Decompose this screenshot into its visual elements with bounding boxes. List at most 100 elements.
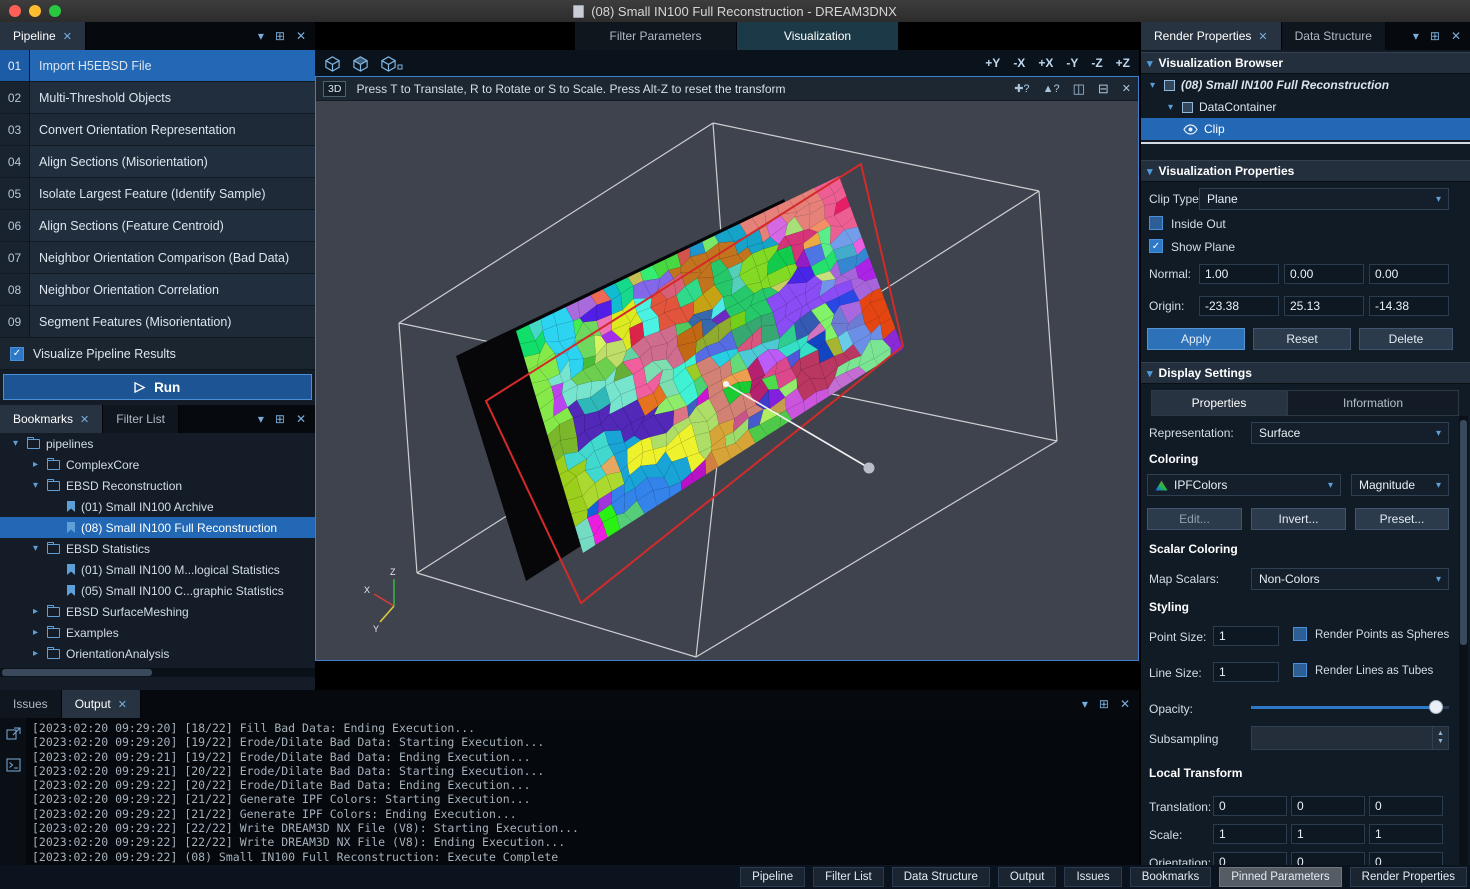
edit-colors-button[interactable]: Edit... xyxy=(1147,508,1242,530)
orientation-input-0[interactable] xyxy=(1213,852,1287,865)
close-panel-icon[interactable]: ✕ xyxy=(296,29,306,43)
tab-bookmarks[interactable]: Bookmarks ✕ xyxy=(0,405,103,433)
pipeline-step[interactable]: 09Segment Features (Misorientation) xyxy=(0,306,315,338)
close-tab-icon[interactable]: ✕ xyxy=(80,413,89,426)
splitter-handle[interactable] xyxy=(1141,142,1470,144)
visualization-browser-header[interactable]: ▾ Visualization Browser xyxy=(1141,52,1470,74)
camera-button-minus-y[interactable]: -Y xyxy=(1066,56,1078,70)
window-minimize-button[interactable] xyxy=(29,5,41,17)
statusbar-button-pinned-parameters[interactable]: Pinned Parameters xyxy=(1219,867,1341,887)
spinner-buttons[interactable]: ▲ ▼ xyxy=(1432,727,1448,749)
close-tab-icon[interactable]: ✕ xyxy=(63,30,72,43)
camera-reset-icon[interactable] xyxy=(324,55,341,72)
tab-visualization[interactable]: Visualization xyxy=(737,22,899,50)
tab-output[interactable]: Output ✕ xyxy=(62,690,141,718)
spin-up-icon[interactable]: ▲ xyxy=(1437,730,1444,738)
preset-colors-button[interactable]: Preset... xyxy=(1355,508,1449,530)
export-log-icon[interactable] xyxy=(6,727,21,746)
origin-input-0[interactable] xyxy=(1199,296,1279,316)
apply-button[interactable]: Apply xyxy=(1147,328,1245,350)
chevron-right-icon[interactable]: ▸ xyxy=(30,459,41,470)
split-vertical-icon[interactable]: ◫ xyxy=(1073,81,1085,97)
translation-input-1[interactable] xyxy=(1291,796,1365,816)
statusbar-button-render-properties[interactable]: Render Properties xyxy=(1350,867,1467,887)
tab-display-information[interactable]: Information xyxy=(1287,390,1459,416)
window-zoom-button[interactable] xyxy=(49,5,61,17)
camera-button-plus-x[interactable]: +X xyxy=(1038,56,1053,70)
reset-button[interactable]: Reset xyxy=(1253,328,1351,350)
normal-input-2[interactable] xyxy=(1369,264,1449,284)
visualization-properties-header[interactable]: ▾ Visualization Properties xyxy=(1141,160,1470,182)
coloring-array-dropdown[interactable]: IPFColors ▾ xyxy=(1147,474,1341,496)
pipeline-step[interactable]: 04Align Sections (Misorientation) xyxy=(0,146,315,178)
statusbar-button-filter-list[interactable]: Filter List xyxy=(813,867,884,887)
opacity-slider[interactable] xyxy=(1251,696,1449,718)
pipeline-step[interactable]: 03Convert Orientation Representation xyxy=(0,114,315,146)
scale-input-1[interactable] xyxy=(1291,824,1365,844)
tab-render-properties[interactable]: Render Properties ✕ xyxy=(1141,22,1282,50)
chevron-down-icon[interactable]: ▾ xyxy=(30,480,41,491)
scrollbar-thumb[interactable] xyxy=(2,669,152,676)
close-panel-icon[interactable]: ✕ xyxy=(1451,29,1461,43)
bookmark-folder-row[interactable]: ▸Examples xyxy=(0,622,315,643)
pipeline-step[interactable]: 02Multi-Threshold Objects xyxy=(0,82,315,114)
panel-menu-icon[interactable]: ▾ xyxy=(1413,29,1419,43)
camera-button-plus-y[interactable]: +Y xyxy=(985,56,1000,70)
camera-view-cube-icon[interactable] xyxy=(352,55,369,72)
chevron-right-icon[interactable]: ▸ xyxy=(30,648,41,659)
slider-knob[interactable] xyxy=(1429,700,1443,714)
statusbar-button-pipeline[interactable]: Pipeline xyxy=(740,867,805,887)
representation-dropdown[interactable]: Surface ▾ xyxy=(1251,422,1449,444)
pipeline-step[interactable]: 05Isolate Largest Feature (Identify Samp… xyxy=(0,178,315,210)
bookmark-folder-row[interactable]: ▸OrientationAnalysis xyxy=(0,643,315,664)
run-pipeline-button[interactable]: ▷ Run xyxy=(3,374,312,400)
translation-input-2[interactable] xyxy=(1369,796,1443,816)
window-close-button[interactable] xyxy=(9,5,21,17)
close-tab-icon[interactable]: ✕ xyxy=(118,698,127,711)
invert-colors-button[interactable]: Invert... xyxy=(1251,508,1346,530)
bookmark-folder-row[interactable]: ▾EBSD Reconstruction xyxy=(0,475,315,496)
clear-log-icon[interactable] xyxy=(6,758,21,777)
picker-help-icon[interactable]: ▲? xyxy=(1043,83,1060,95)
translation-input-0[interactable] xyxy=(1213,796,1287,816)
browser-item-clip[interactable]: Clip xyxy=(1141,118,1470,140)
bookmark-folder-row[interactable]: ▸EBSD SurfaceMeshing xyxy=(0,601,315,622)
bookmark-folder-row[interactable]: ▾pipelines xyxy=(0,433,315,454)
close-view-icon[interactable]: ✕ xyxy=(1122,82,1131,95)
visualize-results-row[interactable]: ✓ Visualize Pipeline Results xyxy=(0,338,315,370)
normal-input-0[interactable] xyxy=(1199,264,1279,284)
bookmark-item-row[interactable]: (05) Small IN100 C...graphic Statistics xyxy=(0,580,315,601)
browser-item-datacontainer[interactable]: ▾DataContainer xyxy=(1141,96,1470,118)
probe-help-icon[interactable]: ✚? xyxy=(1014,82,1029,95)
show-axes-icon[interactable] xyxy=(380,55,403,72)
spin-down-icon[interactable]: ▼ xyxy=(1437,738,1444,746)
pipeline-step[interactable]: 01Import H5EBSD File xyxy=(0,50,315,82)
scale-input-2[interactable] xyxy=(1369,824,1443,844)
float-panel-icon[interactable]: ⊞ xyxy=(1099,697,1109,711)
pipeline-step[interactable]: 08Neighbor Orientation Correlation xyxy=(0,274,315,306)
bookmark-folder-row[interactable]: ▸ComplexCore xyxy=(0,454,315,475)
chevron-right-icon[interactable]: ▸ xyxy=(30,627,41,638)
render-lines-checkbox[interactable] xyxy=(1293,663,1307,677)
close-tab-icon[interactable]: ✕ xyxy=(1258,30,1267,43)
tab-display-properties[interactable]: Properties xyxy=(1151,390,1287,416)
statusbar-button-issues[interactable]: Issues xyxy=(1064,867,1121,887)
horizontal-scrollbar[interactable] xyxy=(0,668,315,677)
statusbar-button-data-structure[interactable]: Data Structure xyxy=(892,867,990,887)
camera-button-minus-x[interactable]: -X xyxy=(1013,56,1025,70)
viewport-3d[interactable]: ZXY xyxy=(316,101,1138,660)
chevron-down-icon[interactable]: ▾ xyxy=(10,438,21,449)
close-panel-icon[interactable]: ✕ xyxy=(1120,697,1130,711)
view-mode-badge[interactable]: 3D xyxy=(323,81,346,97)
tab-pipeline[interactable]: Pipeline ✕ xyxy=(0,22,86,50)
pipeline-step[interactable]: 06Align Sections (Feature Centroid) xyxy=(0,210,315,242)
origin-input-2[interactable] xyxy=(1369,296,1449,316)
line-size-input[interactable] xyxy=(1213,662,1279,682)
float-panel-icon[interactable]: ⊞ xyxy=(275,29,285,43)
panel-menu-icon[interactable]: ▾ xyxy=(258,29,264,43)
bookmark-item-row[interactable]: (08) Small IN100 Full Reconstruction xyxy=(0,517,315,538)
camera-button-minus-z[interactable]: -Z xyxy=(1091,56,1102,70)
float-panel-icon[interactable]: ⊞ xyxy=(275,412,285,426)
scrollbar-thumb[interactable] xyxy=(1460,420,1467,645)
chevron-down-icon[interactable]: ▾ xyxy=(30,543,41,554)
